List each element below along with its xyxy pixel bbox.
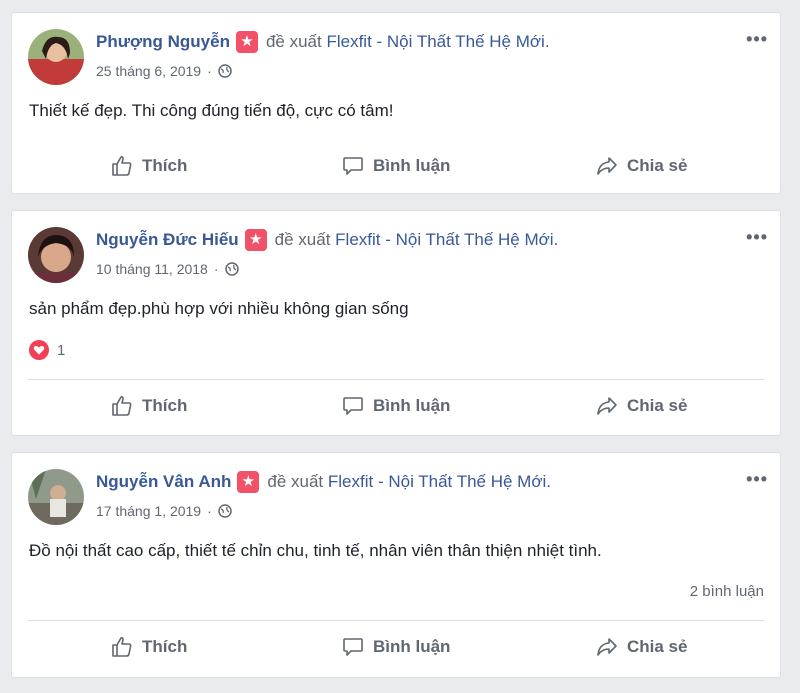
globe-icon (218, 504, 232, 518)
comment-bubble-icon (343, 157, 363, 175)
avatar[interactable] (28, 469, 84, 525)
like-label: Thích (142, 156, 188, 175)
recommend-star-icon: ★ (237, 471, 260, 493)
author-name[interactable]: Nguyễn Vân Anh (96, 472, 231, 492)
page-link[interactable]: Flexfit - Nội Thất Thế Hệ Mới. (328, 472, 551, 492)
post-header: Nguyễn Vân Anh ★ đề xuất Flexfit - Nội T… (96, 471, 551, 493)
thumbs-up-icon (112, 636, 132, 657)
comment-button[interactable]: Bình luận (341, 380, 450, 432)
like-button[interactable]: Thích (110, 140, 187, 192)
post-header: Phượng Nguyễn ★ đề xuất Flexfit - Nội Th… (96, 31, 550, 53)
share-button[interactable]: Chia sẻ (595, 621, 687, 673)
share-label: Chia sẻ (627, 396, 688, 415)
comment-bubble-icon (343, 397, 363, 415)
share-arrow-icon (597, 397, 617, 415)
share-label: Chia sẻ (627, 637, 688, 656)
globe-icon (218, 64, 232, 78)
avatar[interactable] (28, 227, 84, 283)
post-date[interactable]: 25 tháng 6, 2019 (96, 63, 201, 79)
action-bar: Thích Bình luận Chia sẻ (28, 140, 764, 192)
share-button[interactable]: Chia sẻ (595, 380, 687, 432)
post-card: Nguyễn Đức Hiếu ★ đề xuất Flexfit - Nội … (11, 210, 781, 436)
share-button[interactable]: Chia sẻ (595, 140, 687, 192)
comment-label: Bình luận (373, 637, 451, 656)
recommends-label: đề xuất (274, 230, 331, 249)
author-name[interactable]: Nguyễn Đức Hiếu (96, 230, 239, 250)
comment-label: Bình luận (373, 396, 451, 415)
thumbs-up-icon (112, 155, 132, 176)
like-label: Thích (142, 396, 188, 415)
comment-button[interactable]: Bình luận (341, 621, 450, 673)
post-header: Nguyễn Đức Hiếu ★ đề xuất Flexfit - Nội … (96, 229, 558, 251)
recommend-star-icon: ★ (235, 31, 258, 53)
page-link[interactable]: Flexfit - Nội Thất Thế Hệ Mới. (335, 230, 558, 250)
more-options-button[interactable]: ••• (746, 29, 768, 50)
action-bar: Thích Bình luận Chia sẻ (28, 379, 764, 432)
share-arrow-icon (597, 638, 617, 656)
recommend-star-icon: ★ (244, 229, 267, 251)
like-button[interactable]: Thích (110, 621, 187, 673)
post-meta: 10 tháng 11, 2018 · (96, 261, 239, 277)
reaction-summary[interactable]: 1 (29, 340, 65, 360)
post-date[interactable]: 10 tháng 11, 2018 (96, 261, 208, 277)
thumbs-up-icon (112, 395, 132, 416)
post-meta: 25 tháng 6, 2019 · (96, 63, 232, 79)
action-bar: Thích Bình luận Chia sẻ (28, 620, 764, 673)
share-label: Chia sẻ (627, 156, 688, 175)
author-name[interactable]: Phượng Nguyễn (96, 32, 230, 52)
like-label: Thích (142, 637, 188, 656)
recommends-label: đề xuất (265, 32, 322, 51)
comment-count[interactable]: 2 bình luận (690, 583, 764, 600)
comment-button[interactable]: Bình luận (341, 140, 450, 192)
recommends-label: đề xuất (267, 472, 324, 491)
globe-icon (224, 262, 239, 276)
post-meta: 17 tháng 1, 2019 · (96, 503, 232, 519)
more-options-button[interactable]: ••• (746, 469, 768, 490)
comment-bubble-icon (343, 638, 363, 656)
post-text: Thiết kế đẹp. Thi công đúng tiến độ, cực… (29, 101, 394, 120)
post-date[interactable]: 17 tháng 1, 2019 (96, 503, 201, 519)
heart-icon (29, 340, 49, 360)
post-text: sản phẩm đẹp.phù hợp với nhiều không gia… (29, 299, 409, 318)
page-link[interactable]: Flexfit - Nội Thất Thế Hệ Mới. (326, 32, 549, 52)
comment-label: Bình luận (373, 156, 451, 175)
post-card: Nguyễn Vân Anh ★ đề xuất Flexfit - Nội T… (11, 452, 781, 678)
like-button[interactable]: Thích (110, 380, 187, 432)
avatar[interactable] (28, 29, 84, 85)
share-arrow-icon (597, 157, 617, 175)
more-options-button[interactable]: ••• (746, 227, 768, 248)
post-card: Phượng Nguyễn ★ đề xuất Flexfit - Nội Th… (11, 12, 781, 194)
post-text: Đồ nội thất cao cấp, thiết tế chỉn chu, … (29, 541, 602, 560)
reaction-count: 1 (57, 341, 66, 359)
